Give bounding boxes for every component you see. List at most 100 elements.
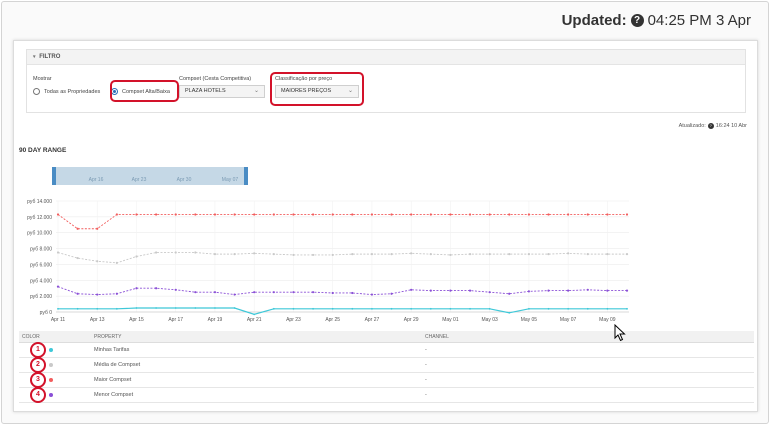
data-point xyxy=(253,313,256,316)
data-point xyxy=(292,213,295,216)
data-point xyxy=(96,293,99,296)
data-point xyxy=(311,291,315,294)
data-point xyxy=(371,307,373,310)
data-point xyxy=(311,213,315,216)
data-point xyxy=(115,213,118,216)
data-point xyxy=(155,287,158,290)
data-point xyxy=(410,288,413,291)
data-point xyxy=(272,307,275,310)
x-tick-label: Apr 19 xyxy=(208,317,223,323)
y-tick-label: руб 14.000 xyxy=(27,199,52,205)
legend-row[interactable]: Minhas Tarifas - 1 xyxy=(19,342,754,358)
channel-value: - xyxy=(425,377,427,383)
data-point xyxy=(469,307,471,310)
help-icon[interactable]: ? xyxy=(630,14,644,27)
series-line xyxy=(57,286,627,296)
data-point xyxy=(449,253,452,257)
data-point xyxy=(135,307,138,309)
navigator-label: May 07 xyxy=(222,177,239,183)
data-point xyxy=(155,251,158,254)
data-point xyxy=(390,292,393,295)
callout-number-badge: 4 xyxy=(30,387,46,403)
mouse-cursor-icon xyxy=(614,324,626,342)
color-swatch xyxy=(49,348,53,352)
data-point xyxy=(155,307,158,309)
y-axis: руб 0 руб 2.000 руб 4.000 руб 6.000 руб 8.00… xyxy=(27,199,52,316)
data-point xyxy=(626,307,628,310)
data-point xyxy=(508,253,511,256)
x-tick-label: Apr 11 xyxy=(51,317,66,323)
x-tick-label: Apr 27 xyxy=(365,317,380,323)
data-point xyxy=(96,307,99,310)
navigator-handle-left xyxy=(52,167,56,185)
data-point xyxy=(488,253,491,256)
data-point xyxy=(174,251,177,254)
data-point xyxy=(606,253,609,256)
data-point xyxy=(625,289,629,292)
series-line xyxy=(58,307,627,316)
data-point xyxy=(606,289,609,292)
legend-row[interactable]: Média de Compset - 2 xyxy=(19,357,754,373)
data-point xyxy=(351,307,354,310)
channel-value: - xyxy=(425,347,427,353)
data-point xyxy=(586,253,589,256)
callout-number-badge: 3 xyxy=(30,372,46,388)
data-point xyxy=(194,251,197,254)
data-point xyxy=(56,251,60,254)
data-point xyxy=(233,307,236,309)
channel-value: - xyxy=(425,362,427,368)
channel-value: - xyxy=(425,392,427,398)
navigator-label: Apr 30 xyxy=(177,177,192,183)
data-point xyxy=(76,292,79,295)
property-name: Média de Compset xyxy=(94,362,141,368)
data-point xyxy=(351,253,354,256)
data-point xyxy=(292,253,295,257)
data-point xyxy=(567,307,570,310)
data-point xyxy=(174,288,177,291)
x-tick-label: Apr 21 xyxy=(247,317,262,323)
data-point xyxy=(547,253,550,256)
data-point xyxy=(429,289,432,292)
x-tick-label: Apr 23 xyxy=(286,317,301,323)
legend-row[interactable]: Maior Compset - 3 xyxy=(19,372,754,388)
data-point xyxy=(606,213,609,216)
updated-status: Updated: ? 04:25 PM 3 Apr xyxy=(562,12,751,29)
data-point xyxy=(213,291,217,294)
data-point xyxy=(429,253,432,256)
data-point xyxy=(527,253,530,256)
data-point xyxy=(213,253,217,256)
data-point xyxy=(57,307,59,310)
x-tick-label: May 09 xyxy=(599,317,616,323)
data-point xyxy=(155,213,158,216)
data-point xyxy=(76,256,79,260)
data-point xyxy=(56,213,60,216)
data-point xyxy=(135,287,138,290)
navigator-label: Apr 23 xyxy=(132,177,147,183)
callout-number-badge: 1 xyxy=(30,342,46,358)
data-point xyxy=(56,285,60,288)
legend-row[interactable]: Menor Compset - 4 xyxy=(19,387,754,403)
color-swatch xyxy=(49,393,53,397)
range-navigator[interactable]: Apr 16 Apr 23 Apr 30 May 07 xyxy=(52,167,248,185)
data-point xyxy=(253,291,256,294)
data-point xyxy=(253,252,256,255)
data-point xyxy=(135,255,138,258)
y-tick-label: руб 4.000 xyxy=(30,278,52,284)
data-point xyxy=(547,289,550,292)
x-tick-label: Apr 29 xyxy=(404,317,419,323)
callout-number-badge: 2 xyxy=(30,357,46,373)
data-point xyxy=(272,213,275,216)
data-point xyxy=(488,307,491,310)
data-point xyxy=(272,291,275,294)
x-tick-label: May 03 xyxy=(481,317,498,323)
data-point xyxy=(370,253,374,256)
series-line xyxy=(57,252,627,264)
data-point xyxy=(174,213,177,216)
data-point xyxy=(567,289,570,292)
x-tick-label: Apr 13 xyxy=(90,317,105,323)
data-point xyxy=(253,213,256,216)
data-point xyxy=(331,213,334,216)
data-point xyxy=(135,213,138,216)
data-point xyxy=(213,213,217,216)
y-tick-label: руб 12.000 xyxy=(27,215,52,221)
